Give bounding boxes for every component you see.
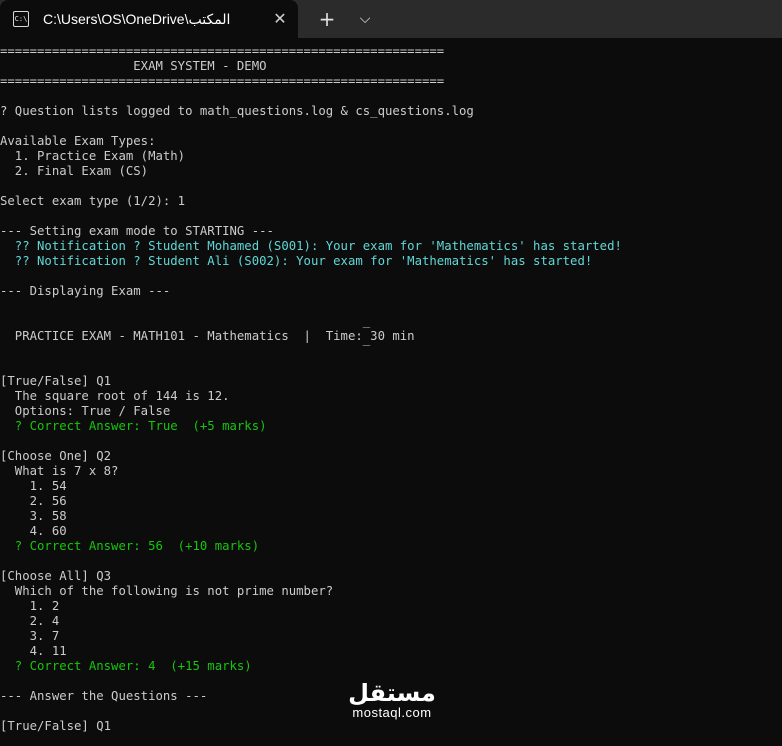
tab-terminal[interactable]: C:\ C:\Users\OS\OneDrive\المكتب ✕: [0, 0, 298, 38]
tab-title: C:\Users\OS\OneDrive\المكتب: [43, 10, 231, 27]
terminal-line: 3. 58: [0, 509, 67, 523]
terminal-line: [True/False] Q1: [0, 719, 112, 733]
terminal-line: What is 7 x 8?: [0, 464, 119, 478]
terminal-line: 3. 7: [0, 629, 60, 643]
terminal-line: ‾: [0, 344, 371, 358]
terminal-line: [Choose All] Q3: [0, 569, 112, 583]
terminal-line: 4. 11: [0, 644, 67, 658]
terminal-line: The square root of 144 is 12.: [0, 389, 230, 403]
terminal-line: _: [0, 314, 371, 328]
terminal-line: ?? Notification ? Student Ali (S002): Yo…: [0, 254, 593, 268]
terminal-line: 4. 60: [0, 524, 67, 538]
terminal-line: ? Question lists logged to math_question…: [0, 104, 474, 118]
terminal-line: ========================================…: [0, 74, 445, 88]
terminal-line: 1. 2: [0, 599, 60, 613]
terminal-line: 1. Practice Exam (Math): [0, 149, 186, 163]
terminal-line: Which of the following is not prime numb…: [0, 584, 334, 598]
new-tab-button[interactable]: +: [313, 7, 341, 31]
terminal-line: ========================================…: [0, 44, 445, 58]
terminal-line: ? Correct Answer: 56 (+10 marks): [0, 539, 260, 553]
chevron-down-icon[interactable]: ⌵: [351, 7, 379, 31]
terminal-line: 2. 4: [0, 614, 60, 628]
terminal-line: ?? Notification ? Student Mohamed (S001)…: [0, 239, 622, 253]
terminal-line: Available Exam Types:: [0, 134, 156, 148]
terminal-line: Options: True / False: [0, 404, 171, 418]
terminal-line: EXAM SYSTEM - DEMO: [0, 59, 267, 73]
terminal-line: PRACTICE EXAM - MATH101 - Mathematics | …: [0, 329, 415, 343]
terminal-line: [True/False] Q1: [0, 374, 112, 388]
terminal-line: 2. 56: [0, 494, 67, 508]
close-tab-icon[interactable]: ✕: [270, 9, 290, 29]
terminal-line: --- Answer the Questions ---: [0, 689, 208, 703]
terminal-line: --- Setting exam mode to STARTING ---: [0, 224, 274, 238]
terminal-line: ? Correct Answer: True (+5 marks): [0, 419, 267, 433]
terminal-line: ? Correct Answer: 4 (+15 marks): [0, 659, 252, 673]
terminal-line: [Choose One] Q2: [0, 449, 112, 463]
terminal-line: 2. Final Exam (CS): [0, 164, 149, 178]
terminal-line: Select exam type (1/2): 1: [0, 194, 186, 208]
terminal-line: 1. 54: [0, 479, 67, 493]
title-bar: C:\ C:\Users\OS\OneDrive\المكتب ✕ + ⌵: [0, 0, 782, 38]
terminal-output[interactable]: ========================================…: [0, 44, 782, 746]
terminal-icon: C:\: [13, 11, 29, 27]
terminal-line: --- Displaying Exam ---: [0, 284, 171, 298]
